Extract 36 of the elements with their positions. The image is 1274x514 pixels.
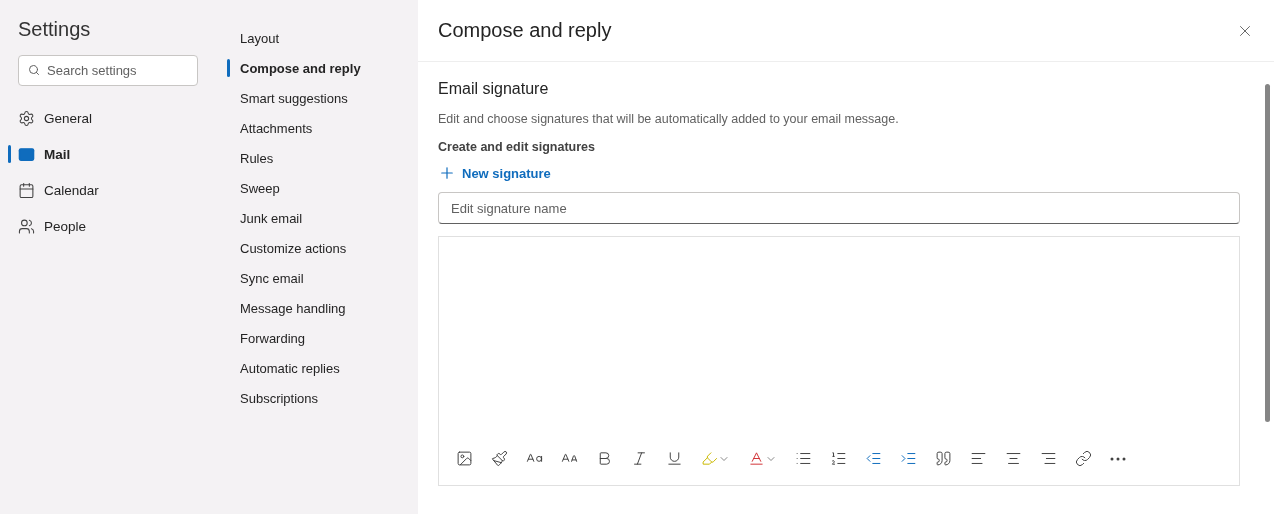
nav-item[interactable]: Mail xyxy=(18,136,198,172)
bullet-list-icon xyxy=(795,450,812,467)
selection-indicator xyxy=(8,145,11,163)
nav-item[interactable]: Calendar xyxy=(18,172,198,208)
align-center-icon xyxy=(1005,450,1022,467)
highlighter-icon xyxy=(701,450,718,467)
panel-title: Compose and reply xyxy=(438,19,612,42)
signature-name-field[interactable]: Edit signature name xyxy=(438,192,1240,224)
subsection-heading: Create and edit signatures xyxy=(438,140,596,154)
new-signature-button[interactable]: New signature xyxy=(438,164,551,182)
scrollbar[interactable] xyxy=(1265,84,1270,422)
nav-item[interactable]: General xyxy=(18,100,198,136)
align-right-icon xyxy=(1040,450,1057,467)
paintbrush-icon xyxy=(491,450,508,467)
plus-icon xyxy=(438,164,456,182)
calendar-icon xyxy=(18,181,35,199)
selection-indicator xyxy=(227,59,230,77)
align-left-icon xyxy=(970,450,987,467)
nav-item[interactable]: People xyxy=(18,208,198,244)
link-icon xyxy=(1075,450,1092,467)
gear-icon xyxy=(18,109,35,127)
underline-icon xyxy=(666,450,683,467)
more-icon xyxy=(1110,456,1126,461)
image-icon xyxy=(456,450,473,467)
section-heading: Email signature xyxy=(438,80,550,98)
italic-icon xyxy=(631,450,648,467)
numbered-list-icon xyxy=(830,450,847,467)
quote-icon xyxy=(935,450,952,467)
search-field[interactable]: Search settings xyxy=(18,55,198,86)
people-icon xyxy=(18,217,35,235)
search-icon xyxy=(28,64,40,76)
outdent-icon xyxy=(865,450,882,467)
indent-icon xyxy=(900,450,917,467)
font-color-icon xyxy=(748,450,765,467)
section-description: Edit and choose signatures that will be automatically added to your email message. xyxy=(438,112,900,126)
settings-title: Settings xyxy=(18,18,92,41)
